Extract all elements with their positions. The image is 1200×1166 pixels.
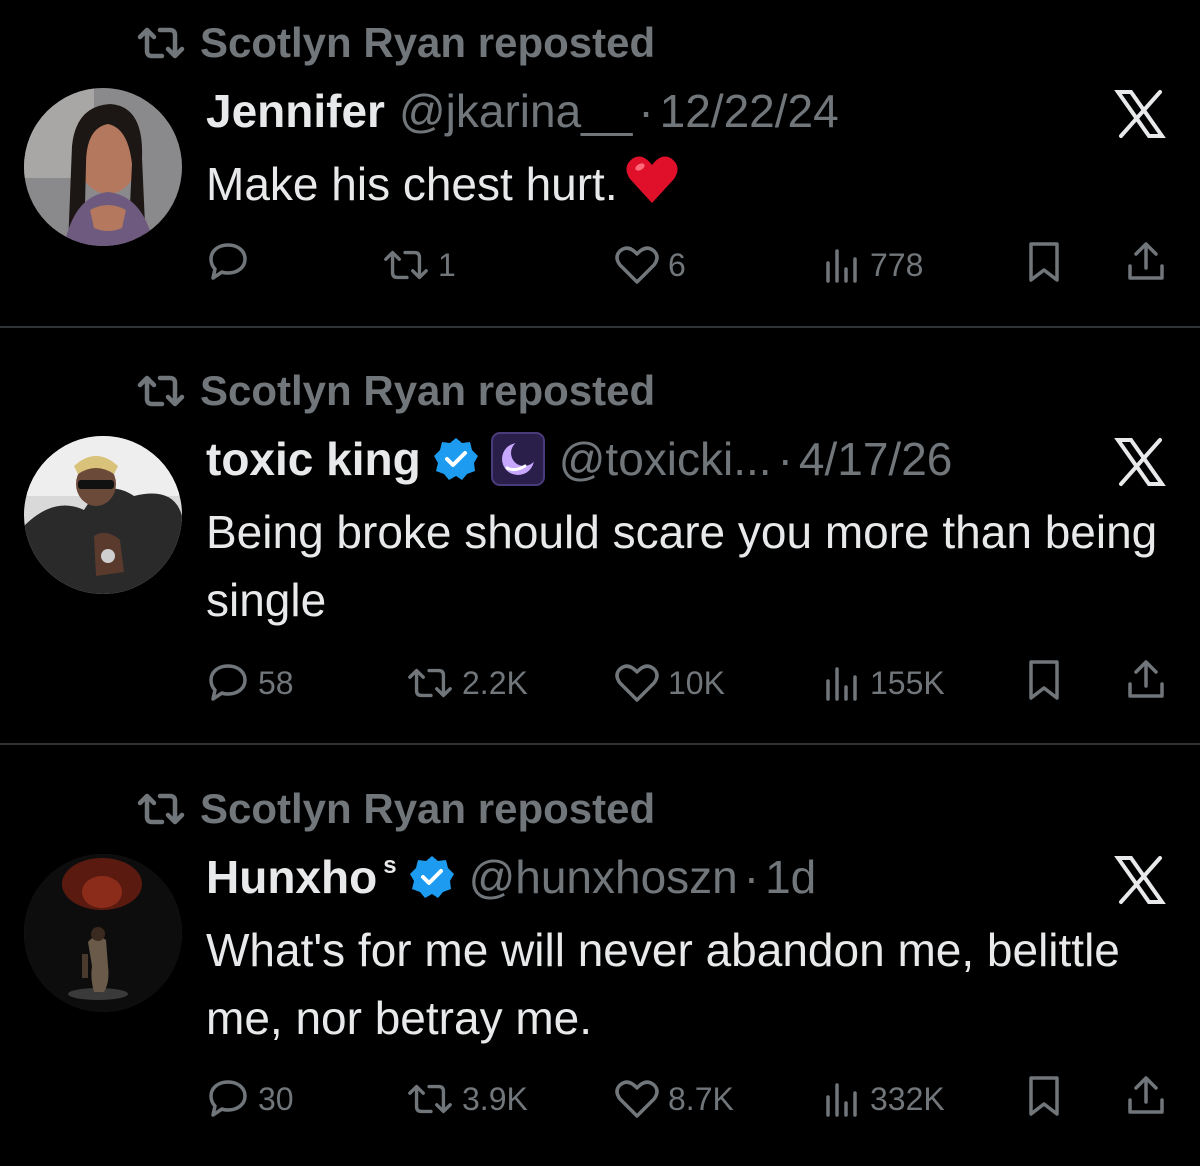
avatar[interactable] bbox=[24, 88, 182, 246]
share-button[interactable] bbox=[1124, 658, 1168, 702]
view-count: 778 bbox=[870, 247, 924, 283]
tweet-1[interactable]: Scotlyn Ryan reposted Jennifer @jkarina_… bbox=[0, 0, 1200, 400]
tweet-text: Make his chest hurt. bbox=[206, 150, 1176, 223]
handle[interactable]: @toxicki... bbox=[559, 432, 772, 486]
x-close-icon[interactable] bbox=[1114, 854, 1166, 906]
x-close-icon[interactable] bbox=[1114, 436, 1166, 488]
bookmark-button[interactable] bbox=[1026, 240, 1062, 284]
reply-icon bbox=[206, 1077, 250, 1121]
repost-icon bbox=[406, 665, 454, 701]
share-icon bbox=[1124, 658, 1168, 702]
repost-label[interactable]: Scotlyn Ryan reposted bbox=[200, 784, 655, 834]
heart-icon bbox=[614, 1078, 660, 1120]
separator-dot: · bbox=[743, 851, 760, 903]
like-count: 6 bbox=[668, 247, 686, 283]
tweet-header: toxic king @toxicki... · 4/17/26 bbox=[206, 432, 952, 486]
repost-icon bbox=[136, 791, 186, 827]
like-count: 10K bbox=[668, 665, 725, 701]
bookmark-icon bbox=[1026, 658, 1062, 702]
views-icon bbox=[822, 663, 862, 703]
reply-button[interactable]: 30 bbox=[206, 1074, 294, 1124]
bookmark-icon bbox=[1026, 240, 1062, 284]
divider bbox=[0, 326, 1200, 328]
repost-icon bbox=[406, 1081, 454, 1117]
repost-indicator: Scotlyn Ryan reposted bbox=[136, 784, 655, 834]
repost-indicator: Scotlyn Ryan reposted bbox=[136, 18, 655, 68]
divider bbox=[0, 743, 1200, 745]
like-count: 8.7K bbox=[668, 1081, 734, 1117]
repost-icon bbox=[136, 25, 186, 61]
repost-icon bbox=[382, 247, 430, 283]
bookmark-button[interactable] bbox=[1026, 658, 1062, 702]
like-button[interactable]: 10K bbox=[614, 658, 725, 708]
repost-button[interactable]: 1 bbox=[382, 240, 456, 290]
timestamp[interactable]: 12/22/24 bbox=[660, 84, 839, 138]
views-button[interactable]: 155K bbox=[822, 658, 945, 708]
share-icon bbox=[1124, 240, 1168, 284]
views-icon bbox=[822, 1079, 862, 1119]
repost-count: 3.9K bbox=[462, 1081, 528, 1117]
avatar[interactable] bbox=[24, 436, 182, 594]
repost-label[interactable]: Scotlyn Ryan reposted bbox=[200, 366, 655, 416]
views-button[interactable]: 778 bbox=[822, 240, 923, 290]
tweet-header: Jennifer @jkarina__ · 12/22/24 bbox=[206, 84, 839, 138]
repost-count: 2.2K bbox=[462, 665, 528, 701]
reply-button[interactable] bbox=[206, 240, 258, 284]
tweet-text: Being broke should scare you more than b… bbox=[206, 506, 1171, 626]
repost-indicator: Scotlyn Ryan reposted bbox=[136, 366, 655, 416]
tweet-text: What's for me will never abandon me, bel… bbox=[206, 924, 1133, 1044]
reply-count: 58 bbox=[258, 665, 294, 701]
tweet-header: Hunxho s @hunxhoszn · 1d bbox=[206, 850, 816, 904]
handle[interactable]: @hunxhoszn bbox=[469, 850, 738, 904]
timestamp[interactable]: 4/17/26 bbox=[799, 432, 952, 486]
repost-count: 1 bbox=[438, 247, 456, 283]
red-heart-emoji-icon bbox=[624, 153, 680, 223]
separator-dot: · bbox=[638, 85, 654, 137]
bookmark-icon bbox=[1026, 1074, 1062, 1118]
views-button[interactable]: 332K bbox=[822, 1074, 945, 1124]
reply-count: 30 bbox=[258, 1081, 294, 1117]
verified-badge-icon bbox=[433, 436, 479, 482]
repost-label[interactable]: Scotlyn Ryan reposted bbox=[200, 18, 655, 68]
display-name[interactable]: Hunxho bbox=[206, 850, 377, 904]
display-name[interactable]: toxic king bbox=[206, 432, 421, 486]
view-count: 332K bbox=[870, 1081, 945, 1117]
avatar[interactable] bbox=[24, 854, 182, 1012]
action-bar: 30 3.9K 8.7K 332K bbox=[206, 1074, 1176, 1124]
verified-badge-icon bbox=[409, 854, 455, 900]
share-button[interactable] bbox=[1124, 1074, 1168, 1118]
separator-dot: · bbox=[777, 433, 793, 485]
timestamp[interactable]: 1d bbox=[765, 850, 816, 904]
display-name-superscript: s bbox=[383, 852, 397, 879]
repost-button[interactable]: 3.9K bbox=[406, 1074, 528, 1124]
moon-affiliate-icon[interactable] bbox=[490, 432, 545, 486]
reply-icon bbox=[206, 240, 250, 284]
tweet-text-content: Make his chest hurt. bbox=[206, 158, 618, 210]
action-bar: 58 2.2K 10K 155K bbox=[206, 658, 1176, 708]
repost-button[interactable]: 2.2K bbox=[406, 658, 528, 708]
share-button[interactable] bbox=[1124, 240, 1168, 284]
heart-icon bbox=[614, 662, 660, 704]
reply-icon bbox=[206, 661, 250, 705]
display-name[interactable]: Jennifer bbox=[206, 84, 385, 138]
repost-icon bbox=[136, 373, 186, 409]
like-button[interactable]: 6 bbox=[614, 240, 686, 290]
share-icon bbox=[1124, 1074, 1168, 1118]
action-bar: 1 6 778 bbox=[206, 240, 1176, 290]
view-count: 155K bbox=[870, 665, 945, 701]
reply-button[interactable]: 58 bbox=[206, 658, 294, 708]
bookmark-button[interactable] bbox=[1026, 1074, 1062, 1118]
x-close-icon[interactable] bbox=[1114, 88, 1166, 140]
tweet-2[interactable]: Scotlyn Ryan reposted toxic king @toxick… bbox=[0, 348, 1200, 748]
views-icon bbox=[822, 245, 862, 285]
tweet-3[interactable]: Scotlyn Ryan reposted Hunxho s @hunxhosz… bbox=[0, 766, 1200, 1166]
like-button[interactable]: 8.7K bbox=[614, 1074, 734, 1124]
heart-icon bbox=[614, 244, 660, 286]
handle[interactable]: @jkarina__ bbox=[399, 84, 632, 138]
